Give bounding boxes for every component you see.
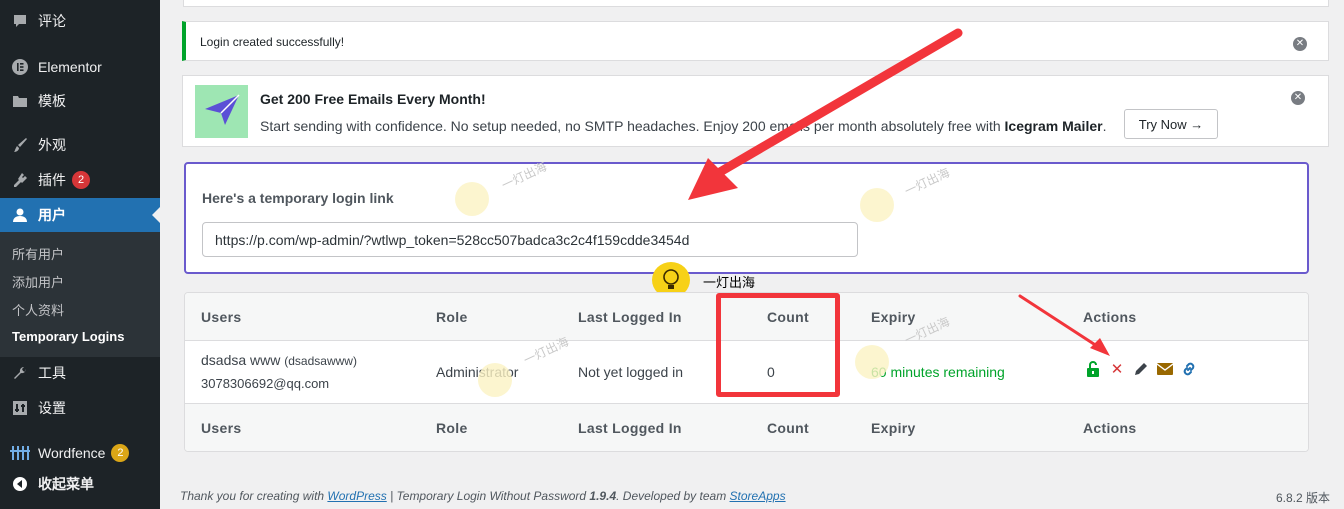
success-notice: Login created successfully! ✕ (182, 21, 1329, 61)
menu-label: 工具 (38, 365, 66, 381)
column-header-expiry[interactable]: Expiry (871, 309, 916, 325)
submenu-profile[interactable]: 个人资料 (12, 300, 64, 319)
menu-item-users[interactable]: 用户 (0, 198, 160, 232)
column-footer-last-logged-in: Last Logged In (578, 420, 682, 436)
copy-link-icon[interactable] (1181, 361, 1197, 377)
wordpress-link[interactable]: WordPress (327, 489, 386, 503)
submenu-add-user[interactable]: 添加用户 (12, 272, 64, 291)
column-footer-expiry: Expiry (871, 420, 916, 436)
table-footer: Users Role Last Logged In Count Expiry A… (185, 403, 1308, 451)
plugins-update-badge: 2 (72, 171, 90, 189)
admin-sidebar: 评论 Elementor 模板 外观 插件 2 用户 所有用户 添加用户 个人资… (0, 0, 160, 509)
menu-item-comments[interactable]: 评论 (0, 4, 160, 38)
temporary-login-link-box: Here's a temporary login link https://p.… (184, 162, 1309, 274)
success-message: Login created successfully! (200, 35, 345, 49)
wrench-icon (10, 363, 30, 383)
column-footer-users: Users (201, 420, 242, 436)
menu-label: 收起菜单 (38, 476, 94, 492)
folder-icon (10, 91, 30, 111)
menu-item-tools[interactable]: 工具 (0, 356, 160, 390)
menu-label: Wordfence (38, 445, 106, 461)
count-highlight-box (716, 293, 840, 397)
wordfence-badge: 2 (111, 444, 130, 462)
edit-pencil-icon[interactable] (1133, 361, 1149, 377)
menu-item-settings[interactable]: 设置 (0, 391, 160, 425)
submenu-all-users[interactable]: 所有用户 (12, 244, 64, 263)
expiry-status: 60 minutes remaining (871, 364, 1005, 380)
column-header-last-logged-in[interactable]: Last Logged In (578, 309, 682, 325)
unlock-icon[interactable] (1085, 361, 1101, 377)
menu-item-elementor[interactable]: Elementor (0, 50, 160, 84)
menu-item-plugins[interactable]: 插件 2 (0, 163, 160, 197)
column-header-role[interactable]: Role (436, 309, 468, 325)
promo-description: Start sending with confidence. No setup … (260, 118, 1107, 134)
wordfence-icon (10, 443, 30, 463)
row-actions: ✕ (1085, 361, 1197, 378)
user-icon (10, 205, 30, 225)
watermark-bulb-icon (455, 182, 489, 216)
delete-icon[interactable]: ✕ (1109, 361, 1125, 378)
menu-label: 模板 (38, 93, 66, 109)
elementor-icon (10, 57, 30, 77)
watermark-bulb-icon (478, 363, 512, 397)
promo-title: Get 200 Free Emails Every Month! (260, 91, 486, 107)
users-submenu: 所有用户 添加用户 个人资料 Temporary Logins (0, 232, 160, 357)
link-heading: Here's a temporary login link (202, 190, 394, 206)
paper-plane-icon (195, 85, 248, 138)
menu-label: 插件 (38, 172, 66, 188)
submenu-temporary-logins[interactable]: Temporary Logins (12, 329, 124, 344)
column-header-actions: Actions (1083, 309, 1137, 325)
menu-item-collapse[interactable]: 收起菜单 (0, 467, 160, 501)
login-url-field[interactable]: https://p.com/wp-admin/?wtlwp_token=528c… (202, 222, 858, 257)
watermark-bulb-icon (860, 188, 894, 222)
try-now-button[interactable]: Try Now → (1124, 109, 1218, 139)
column-footer-actions: Actions (1083, 420, 1137, 436)
menu-label: 评论 (38, 13, 66, 29)
plugin-icon (10, 170, 30, 190)
menu-label: 用户 (38, 207, 66, 223)
column-footer-count: Count (767, 420, 809, 436)
menu-item-templates[interactable]: 模板 (0, 84, 160, 118)
dismiss-icon[interactable]: ✕ (1293, 37, 1307, 51)
settings-icon (10, 398, 30, 418)
comment-icon (10, 11, 30, 31)
collapse-icon (10, 474, 30, 494)
menu-item-wordfence[interactable]: Wordfence 2 (0, 436, 160, 470)
menu-label: 设置 (38, 400, 66, 416)
last-logged-in: Not yet logged in (578, 364, 684, 380)
storeapps-link[interactable]: StoreApps (730, 489, 786, 503)
user-email: 3078306692@qq.com (201, 376, 330, 391)
menu-item-appearance[interactable]: 外观 (0, 128, 160, 162)
column-header-users[interactable]: Users (201, 309, 241, 325)
user-name: dsadsa www (dsadsawww) (201, 352, 357, 368)
dismiss-icon[interactable]: ✕ (1291, 91, 1305, 105)
paintbrush-icon (10, 135, 30, 155)
watermark-logo-text: 一灯出海 (703, 275, 756, 290)
top-panel (183, 0, 1329, 7)
email-icon[interactable] (1157, 361, 1173, 377)
column-footer-role: Role (436, 420, 468, 436)
menu-label: 外观 (38, 137, 66, 153)
wp-version: 6.8.2 版本 (1275, 491, 1330, 505)
admin-footer-credit: Thank you for creating with WordPress | … (180, 489, 786, 503)
menu-label: Elementor (38, 59, 102, 75)
watermark-bulb-icon (855, 345, 889, 379)
promo-notice: Get 200 Free Emails Every Month! Start s… (182, 75, 1329, 147)
